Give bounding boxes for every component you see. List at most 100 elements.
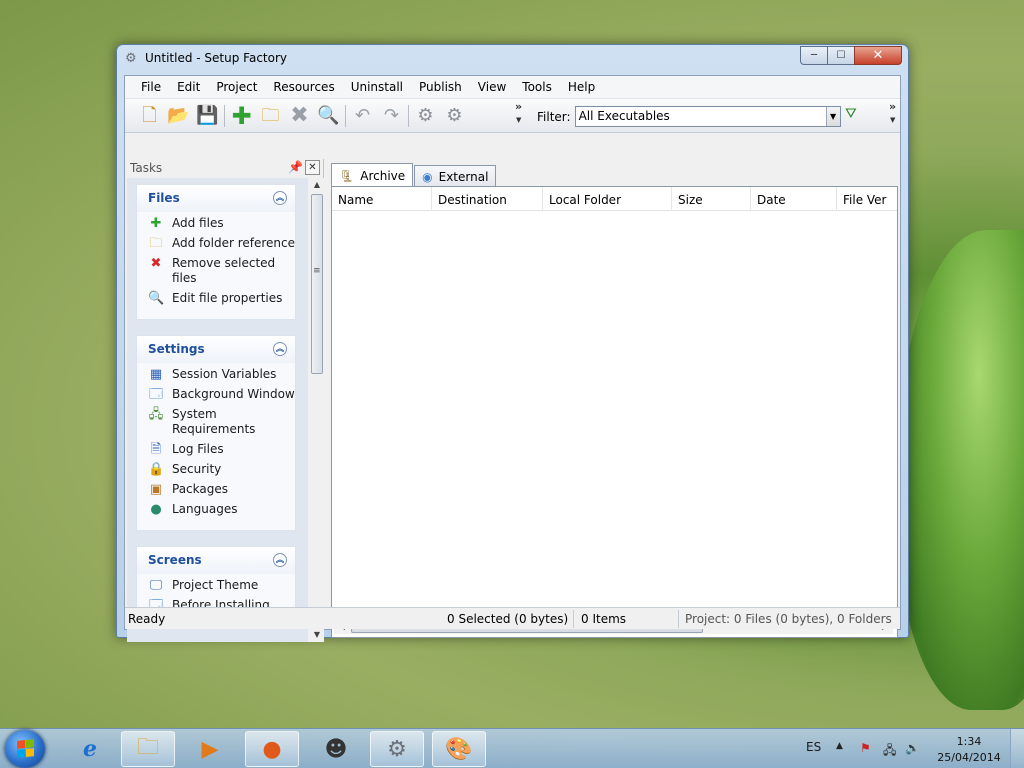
task-languages[interactable]: ● Languages <box>148 502 295 517</box>
volume-icon[interactable]: 🔊 <box>905 741 920 755</box>
task-remove-selected-files[interactable]: ✖ Remove selected files <box>148 256 295 286</box>
task-add-files[interactable]: ✚ Add files <box>148 216 295 231</box>
open-project-icon[interactable]: 📂 <box>164 104 193 128</box>
save-project-icon[interactable]: 💾 <box>193 104 222 128</box>
taskbar: e 🗀 ▶ ● ☻ ⚙ 🎨 ES ▲ ⚑ 🖧 🔊 1:34 25/04/2014 <box>0 728 1024 768</box>
show-hidden-icons-icon[interactable]: ▲ <box>836 741 843 751</box>
scrollbar-thumb[interactable] <box>311 194 323 374</box>
language-indicator[interactable]: ES <box>806 740 821 754</box>
close-tasks-icon[interactable]: ✕ <box>305 160 320 175</box>
windows-explorer-icon[interactable]: 🗀 <box>121 731 175 767</box>
task-background-window[interactable]: 🗔 Background Window <box>148 387 295 402</box>
task-label: Background Window <box>172 387 295 401</box>
menu-project[interactable]: Project <box>208 78 265 96</box>
menu-file[interactable]: File <box>133 78 169 96</box>
build-gear-icon[interactable]: ⚙ <box>440 104 469 128</box>
menu-uninstall[interactable]: Uninstall <box>343 78 411 96</box>
title-bar[interactable]: ⚙ Untitled - Setup Factory ─ ☐ ✕ <box>117 45 908 73</box>
clock[interactable]: 1:34 25/04/2014 <box>936 734 1002 766</box>
toolbar-dropdown-icon[interactable]: ▼ <box>516 116 521 124</box>
task-project-theme[interactable]: 🖵 Project Theme <box>148 578 295 593</box>
add-filter-icon[interactable]: ⛛ <box>845 106 857 122</box>
files-group-header[interactable]: Files ︽ <box>137 185 295 212</box>
file-list-panel[interactable]: Name Destination Local Folder Size Date … <box>331 186 898 638</box>
tasks-scrollbar[interactable]: ▲ ≡ ▼ <box>310 178 324 642</box>
filter-toolbar-dropdown-icon[interactable]: ▼ <box>890 116 895 124</box>
menu-help[interactable]: Help <box>560 78 603 96</box>
archive-icon: 🗜 <box>339 168 355 183</box>
task-system-requirements[interactable]: 🖧 System Requirements <box>148 407 295 437</box>
filter-label: Filter: <box>537 109 571 124</box>
windows-logo-icon <box>17 739 34 758</box>
toolbar-overflow-icon[interactable]: » <box>515 100 522 113</box>
add-files-icon[interactable]: ✚ <box>227 104 256 128</box>
task-add-folder-reference[interactable]: 🗀 Add folder reference <box>148 236 295 251</box>
filter-select[interactable]: All Executables ▼ <box>574 106 841 127</box>
column-local-folder[interactable]: Local Folder <box>543 187 672 211</box>
log-file-icon: 🗎 <box>150 442 162 457</box>
firefox-icon[interactable]: ● <box>245 731 299 767</box>
build-wizard-gear-icon[interactable]: ⚙ <box>411 104 440 128</box>
window-client-area: File Edit Project Resources Uninstall Pu… <box>124 75 901 642</box>
task-packages[interactable]: ▣ Packages <box>148 482 295 497</box>
column-size[interactable]: Size <box>672 187 751 211</box>
internet-explorer-icon[interactable]: e <box>63 731 117 767</box>
column-destination[interactable]: Destination <box>432 187 543 211</box>
disc-icon: ◉ <box>422 169 433 184</box>
task-label: Security <box>172 462 222 476</box>
remove-files-icon[interactable]: ✖ <box>285 104 314 128</box>
group-title: Screens <box>148 553 202 567</box>
task-log-files[interactable]: 🗎 Log Files <box>148 442 295 457</box>
settings-group-header[interactable]: Settings ︽ <box>137 336 295 363</box>
tab-archive[interactable]: 🗜 Archive <box>331 163 414 187</box>
screens-group-header[interactable]: Screens ︽ <box>137 547 295 574</box>
show-desktop-button[interactable] <box>1010 729 1024 768</box>
column-file-version[interactable]: File Ver <box>837 187 897 211</box>
scroll-up-icon[interactable]: ▲ <box>310 178 324 192</box>
maximize-button[interactable]: ☐ <box>827 46 854 65</box>
file-properties-search-icon[interactable]: 🔍 <box>314 104 343 128</box>
task-edit-file-properties[interactable]: 🔍 Edit file properties <box>148 291 295 306</box>
new-project-icon[interactable]: 🗋 <box>135 104 164 128</box>
paint-icon[interactable]: 🎨 <box>432 731 486 767</box>
scrollbar-grip-icon: ≡ <box>313 266 321 276</box>
collapse-icon[interactable]: ︽ <box>273 191 287 205</box>
theme-icon: 🖵 <box>149 578 163 593</box>
filter-toolbar-overflow-icon[interactable]: » <box>889 100 896 113</box>
column-name[interactable]: Name <box>332 187 432 211</box>
app-mascot-icon[interactable]: ☻ <box>309 731 363 767</box>
network-icon[interactable]: 🖧 <box>883 741 896 762</box>
setup-factory-taskbar-icon[interactable]: ⚙ <box>370 731 424 767</box>
scroll-down-icon[interactable]: ▼ <box>310 628 324 642</box>
start-button[interactable] <box>5 730 45 768</box>
tasks-body: Files ︽ ✚ Add files 🗀 Add folder reference… <box>127 178 308 642</box>
settings-group: Settings ︽ ▦ Session Variables 🗔 Backgroun… <box>136 335 296 531</box>
tab-external[interactable]: ◉ External <box>414 165 497 187</box>
pin-icon[interactable]: 📌 <box>288 160 303 174</box>
redo-icon[interactable]: ↷ <box>377 104 406 128</box>
menu-publish[interactable]: Publish <box>411 78 470 96</box>
chevron-down-icon[interactable]: ▼ <box>825 107 840 126</box>
collapse-icon[interactable]: ︽ <box>273 553 287 567</box>
media-player-icon[interactable]: ▶ <box>183 731 237 767</box>
menu-edit[interactable]: Edit <box>169 78 208 96</box>
menu-resources[interactable]: Resources <box>265 78 342 96</box>
tab-label: External <box>438 169 489 184</box>
column-date[interactable]: Date <box>751 187 837 211</box>
minimize-button[interactable]: ─ <box>800 46 827 65</box>
undo-icon[interactable]: ↶ <box>348 104 377 128</box>
task-label: Edit file properties <box>172 291 283 305</box>
add-folder-icon[interactable]: 🗀 <box>256 104 285 128</box>
task-label: Packages <box>172 482 228 496</box>
status-divider <box>678 610 679 628</box>
collapse-icon[interactable]: ︽ <box>273 342 287 356</box>
window-icon: 🗔 <box>148 387 164 402</box>
action-center-flag-icon[interactable]: ⚑ <box>860 741 871 755</box>
task-session-variables[interactable]: ▦ Session Variables <box>148 367 295 382</box>
menu-view[interactable]: View <box>470 78 514 96</box>
task-security[interactable]: 🔒 Security <box>148 462 295 477</box>
menu-tools[interactable]: Tools <box>514 78 560 96</box>
close-button[interactable]: ✕ <box>854 46 902 65</box>
tasks-pane: Tasks 📌 ✕ Files ︽ ✚ Add files 🗀 Add folder… <box>127 159 324 642</box>
group-title: Files <box>148 191 180 205</box>
